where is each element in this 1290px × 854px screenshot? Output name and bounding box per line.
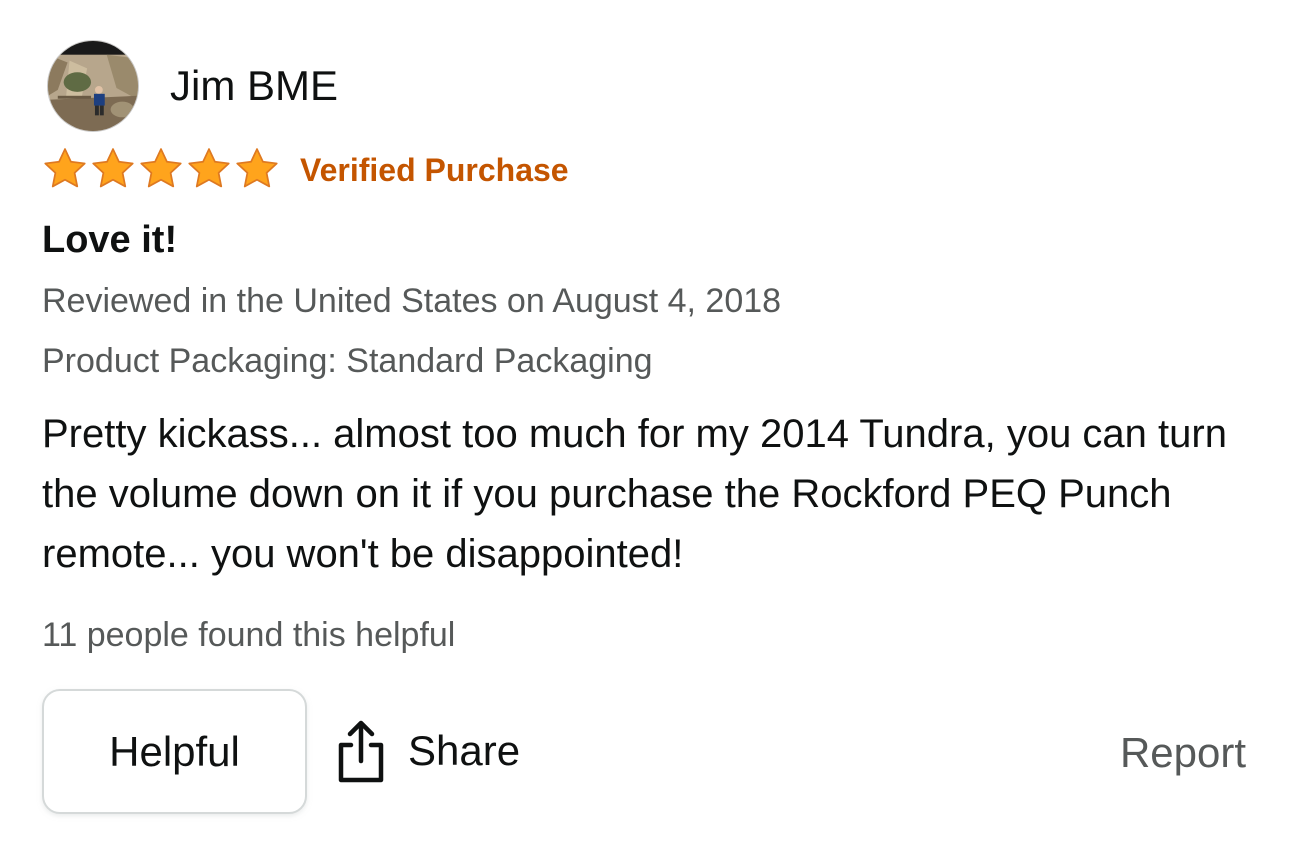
helpful-button[interactable]: Helpful xyxy=(42,689,307,814)
review-body: Pretty kickass... almost too much for my… xyxy=(42,412,1227,576)
star-icon xyxy=(188,148,230,188)
product-variant: Product Packaging: Standard Packaging xyxy=(42,342,653,380)
report-link[interactable]: Report xyxy=(1120,729,1246,777)
star-icon xyxy=(44,148,86,188)
share-button[interactable]: Share xyxy=(336,716,520,786)
star-icon xyxy=(140,148,182,188)
star-icon xyxy=(236,148,278,188)
star-icon xyxy=(92,148,134,188)
star-rating xyxy=(42,146,280,192)
verified-purchase-badge: Verified Purchase xyxy=(300,152,569,188)
helpful-count: 11 people found this helpful xyxy=(42,616,456,654)
customer-review: Jim BME Verified Purchase Love it! Revie… xyxy=(0,0,1290,854)
avatar-photo-image xyxy=(48,41,138,131)
review-date: Reviewed in the United States on August … xyxy=(42,282,782,320)
share-icon xyxy=(338,720,384,783)
reviewer-name[interactable]: Jim BME xyxy=(170,62,338,110)
review-title: Love it! xyxy=(42,219,178,261)
reviewer-avatar[interactable] xyxy=(47,40,139,132)
share-label: Share xyxy=(408,727,521,774)
